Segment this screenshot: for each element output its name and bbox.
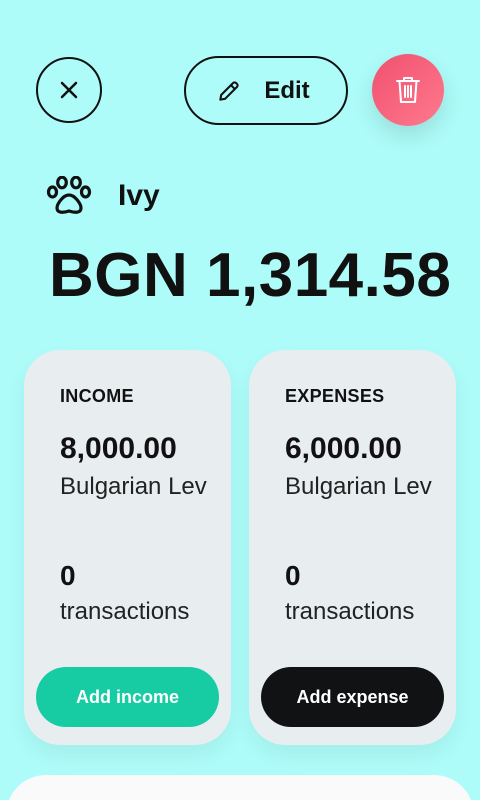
delete-button[interactable]	[372, 54, 444, 126]
expense-card: EXPENSES 6,000.00 Bulgarian Lev 0 transa…	[249, 350, 456, 745]
expense-label: EXPENSES	[285, 386, 385, 406]
expense-transactions-label: transactions	[285, 598, 415, 625]
account-name: Ivy	[118, 179, 160, 212]
edit-label: Edit	[264, 76, 310, 104]
expense-currency: Bulgarian Lev	[285, 473, 432, 500]
income-transaction-count: 0	[60, 560, 76, 591]
close-icon	[60, 81, 78, 99]
expense-transaction-count: 0	[285, 560, 301, 591]
close-button[interactable]	[36, 57, 102, 123]
expense-amount: 6,000.00	[285, 432, 402, 465]
account-balance: BGN 1,314.58	[49, 241, 452, 310]
add-expense-button[interactable]: Add expense	[261, 667, 444, 727]
income-transactions-label: transactions	[60, 598, 190, 625]
account-header: Ivy	[46, 176, 160, 216]
bottom-sheet[interactable]	[6, 775, 474, 800]
edit-button[interactable]: Edit	[184, 56, 348, 125]
income-label: INCOME	[60, 386, 134, 406]
add-income-button[interactable]: Add income	[36, 667, 219, 727]
income-currency: Bulgarian Lev	[60, 473, 207, 500]
trash-icon	[396, 77, 420, 103]
pencil-icon	[219, 80, 239, 101]
income-amount: 8,000.00	[60, 432, 177, 465]
income-card: INCOME 8,000.00 Bulgarian Lev 0 transact…	[24, 350, 231, 745]
paw-icon	[46, 176, 92, 214]
